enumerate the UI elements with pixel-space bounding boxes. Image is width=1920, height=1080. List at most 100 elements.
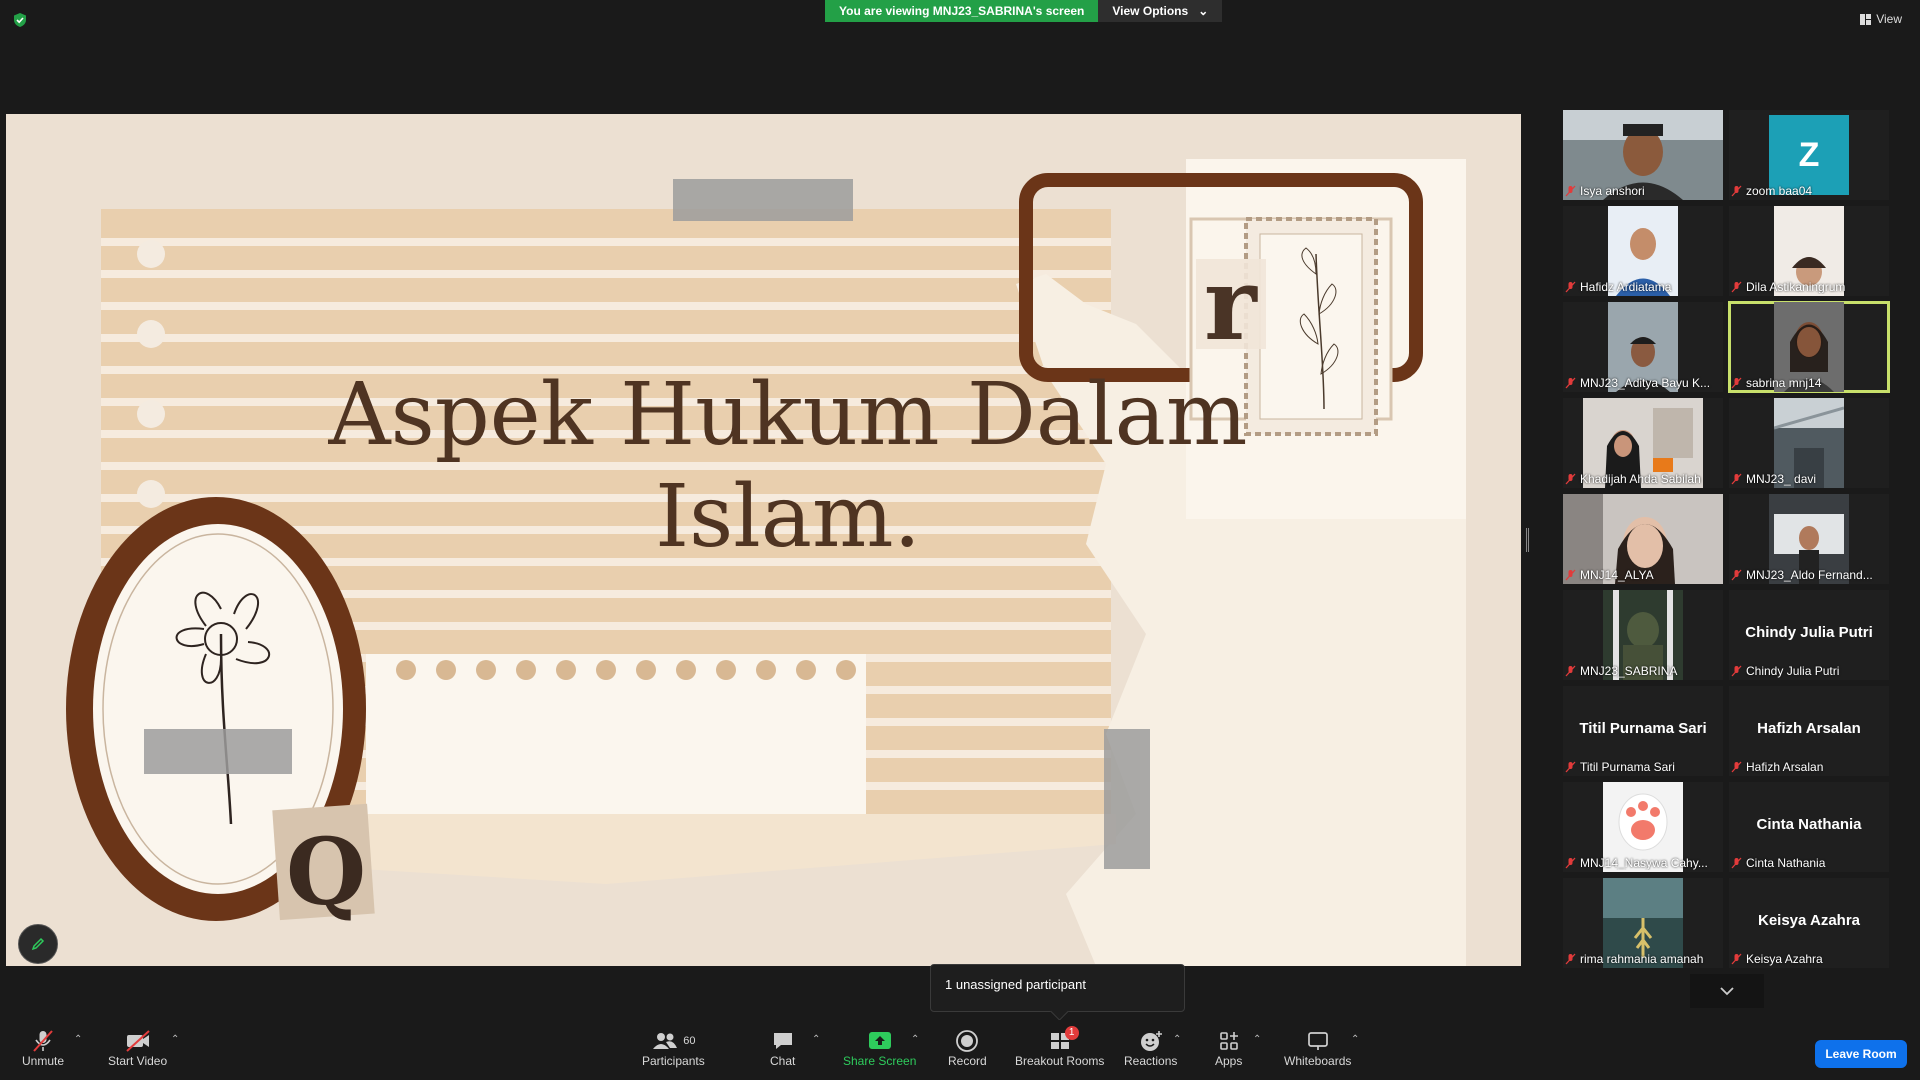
view-options-button[interactable]: View Options ⌄: [1098, 0, 1223, 22]
record-label: Record: [948, 1054, 987, 1068]
participant-tile[interactable]: Chindy Julia Putri Chindy Julia Putri: [1729, 590, 1889, 680]
chevron-down-icon: ⌄: [1198, 4, 1209, 18]
participants-icon: [653, 1033, 678, 1049]
participant-name: MNJ14_ALYA: [1580, 568, 1654, 582]
share-screen-button[interactable]: Share Screen: [843, 1028, 916, 1068]
meeting-toolbar: Unmute ⌃ Start Video ⌃ 60 Participants C…: [0, 1020, 1920, 1080]
record-button[interactable]: Record: [948, 1028, 987, 1068]
participant-tile[interactable]: rima rahmania amanah: [1563, 878, 1723, 968]
participant-display-name: Cinta Nathania: [1756, 816, 1862, 833]
participant-tile[interactable]: MNJ23_Aldo Fernand...: [1729, 494, 1889, 584]
participant-tile[interactable]: MNJ23_Aditya Bayu K...: [1563, 302, 1723, 392]
mic-muted-icon: [1731, 569, 1742, 581]
apps-button[interactable]: Apps: [1215, 1028, 1242, 1068]
start-video-button[interactable]: Start Video: [108, 1028, 167, 1068]
participant-name: MNJ23_Aditya Bayu K...: [1580, 376, 1711, 390]
mic-muted-icon: [1731, 185, 1742, 197]
share-screen-label: Share Screen: [843, 1054, 917, 1068]
participant-name: Hafizh Arsalan: [1746, 760, 1824, 774]
mic-muted-icon: [1731, 377, 1742, 389]
participant-tile[interactable]: Titil Purnama Sari Titil Purnama Sari: [1563, 686, 1723, 776]
participant-tile[interactable]: Hafizh Arsalan Hafizh Arsalan: [1729, 686, 1889, 776]
top-bar: You are viewing MNJ23_SABRINA's screen V…: [0, 0, 1920, 28]
participant-name: Isya anshori: [1580, 184, 1645, 198]
mic-muted-icon: [1565, 665, 1576, 677]
whiteboards-label: Whiteboards: [1284, 1054, 1352, 1068]
participant-tile[interactable]: Z zoom baa04: [1729, 110, 1889, 200]
mic-muted-icon: [1731, 665, 1742, 677]
breakout-rooms-label: Breakout Rooms: [1015, 1054, 1105, 1068]
participants-label: Participants: [642, 1054, 705, 1068]
gallery-scroll-down-button[interactable]: [1690, 974, 1764, 1008]
participant-name: MNJ23_Aldo Fernand...: [1746, 568, 1873, 582]
breakout-badge: 1: [1064, 1026, 1079, 1040]
participant-name: Hafidz Ardiatama: [1580, 280, 1672, 294]
mic-muted-icon: [1565, 569, 1576, 581]
whiteboard-icon: [1307, 1032, 1328, 1050]
reactions-options-caret[interactable]: ⌃: [1173, 1034, 1181, 1045]
pencil-icon: [31, 937, 45, 951]
participant-tile[interactable]: Dila Astikaningrum: [1729, 206, 1889, 296]
participant-tile[interactable]: MNJ14_Nasywa Cahy...: [1563, 782, 1723, 872]
participants-count: 60: [683, 1035, 696, 1047]
chat-button[interactable]: Chat: [770, 1028, 795, 1068]
avatar: Z: [1769, 115, 1849, 195]
video-options-caret[interactable]: ⌃: [171, 1034, 179, 1045]
audio-options-caret[interactable]: ⌃: [74, 1034, 82, 1045]
participant-tile-active-speaker[interactable]: sabrina mnj14: [1728, 301, 1890, 393]
participant-name: MNJ23_SABRINA: [1580, 664, 1678, 678]
panel-resize-handle[interactable]: [1526, 528, 1529, 552]
participant-tile[interactable]: MNJ14_ALYA: [1563, 494, 1723, 584]
participant-name: MNJ14_Nasywa Cahy...: [1580, 856, 1708, 870]
participant-name: rima rahmania amanah: [1580, 952, 1704, 966]
whiteboards-button[interactable]: Whiteboards: [1284, 1028, 1351, 1068]
participant-display-name: Keisya Azahra: [1758, 912, 1860, 929]
mic-muted-icon: [1565, 377, 1576, 389]
reactions-label: Reactions: [1124, 1054, 1178, 1068]
participant-tile[interactable]: Cinta Nathania Cinta Nathania: [1729, 782, 1889, 872]
unmute-button[interactable]: Unmute: [22, 1028, 64, 1068]
unassigned-participant-tooltip: 1 unassigned participant: [930, 964, 1185, 1012]
mic-muted-icon: [1731, 857, 1742, 869]
apps-options-caret[interactable]: ⌃: [1253, 1034, 1261, 1045]
letter-q: Q: [286, 818, 366, 926]
tape-top: [673, 179, 853, 221]
shared-screen: r Aspek Hukum Dalam Islam. Q: [6, 114, 1521, 966]
mic-muted-icon: [33, 1030, 53, 1052]
leave-room-button[interactable]: Leave Room: [1815, 1040, 1907, 1068]
view-button[interactable]: View: [1860, 12, 1902, 26]
participant-tile[interactable]: Isya anshori: [1563, 110, 1723, 200]
participant-name: Cinta Nathania: [1746, 856, 1826, 870]
participant-name: zoom baa04: [1746, 184, 1813, 198]
annotate-pencil-button[interactable]: [18, 924, 58, 964]
chat-options-caret[interactable]: ⌃: [812, 1034, 820, 1045]
participant-display-name: Titil Purnama Sari: [1579, 720, 1707, 737]
participant-tile[interactable]: Keisya Azahra Keisya Azahra: [1729, 878, 1889, 968]
participants-button[interactable]: 60 Participants: [642, 1028, 705, 1068]
mic-muted-icon: [1565, 761, 1576, 773]
slide-canvas: r Aspek Hukum Dalam Islam. Q: [6, 114, 1521, 966]
participant-tile[interactable]: MNJ23_SABRINA: [1563, 590, 1723, 680]
tape-right: [1104, 729, 1150, 869]
mic-muted-icon: [1565, 281, 1576, 293]
mic-muted-icon: [1565, 185, 1576, 197]
mic-muted-icon: [1731, 281, 1742, 293]
participant-tile[interactable]: Khadijah Ahda Sabilah: [1563, 398, 1723, 488]
mic-muted-icon: [1731, 473, 1742, 485]
view-label: View: [1876, 12, 1902, 26]
participant-display-name: Chindy Julia Putri: [1745, 624, 1873, 641]
shield-icon[interactable]: [12, 12, 28, 28]
participant-name: Dila Astikaningrum: [1746, 280, 1846, 294]
participant-tile[interactable]: Hafidz Ardiatama: [1563, 206, 1723, 296]
apps-icon: [1219, 1032, 1238, 1050]
reactions-button[interactable]: Reactions: [1124, 1028, 1177, 1068]
tooltip-text: 1 unassigned participant: [945, 977, 1086, 992]
video-off-icon: [125, 1030, 150, 1052]
share-options-caret[interactable]: ⌃: [911, 1034, 919, 1045]
mic-muted-icon: [1731, 761, 1742, 773]
participant-name: Keisya Azahra: [1746, 952, 1823, 966]
breakout-rooms-button[interactable]: 1 Breakout Rooms: [1015, 1026, 1105, 1068]
whiteboards-options-caret[interactable]: ⌃: [1351, 1034, 1359, 1045]
participant-tile[interactable]: MNJ23_ davi: [1729, 398, 1889, 488]
chat-icon: [773, 1033, 792, 1049]
